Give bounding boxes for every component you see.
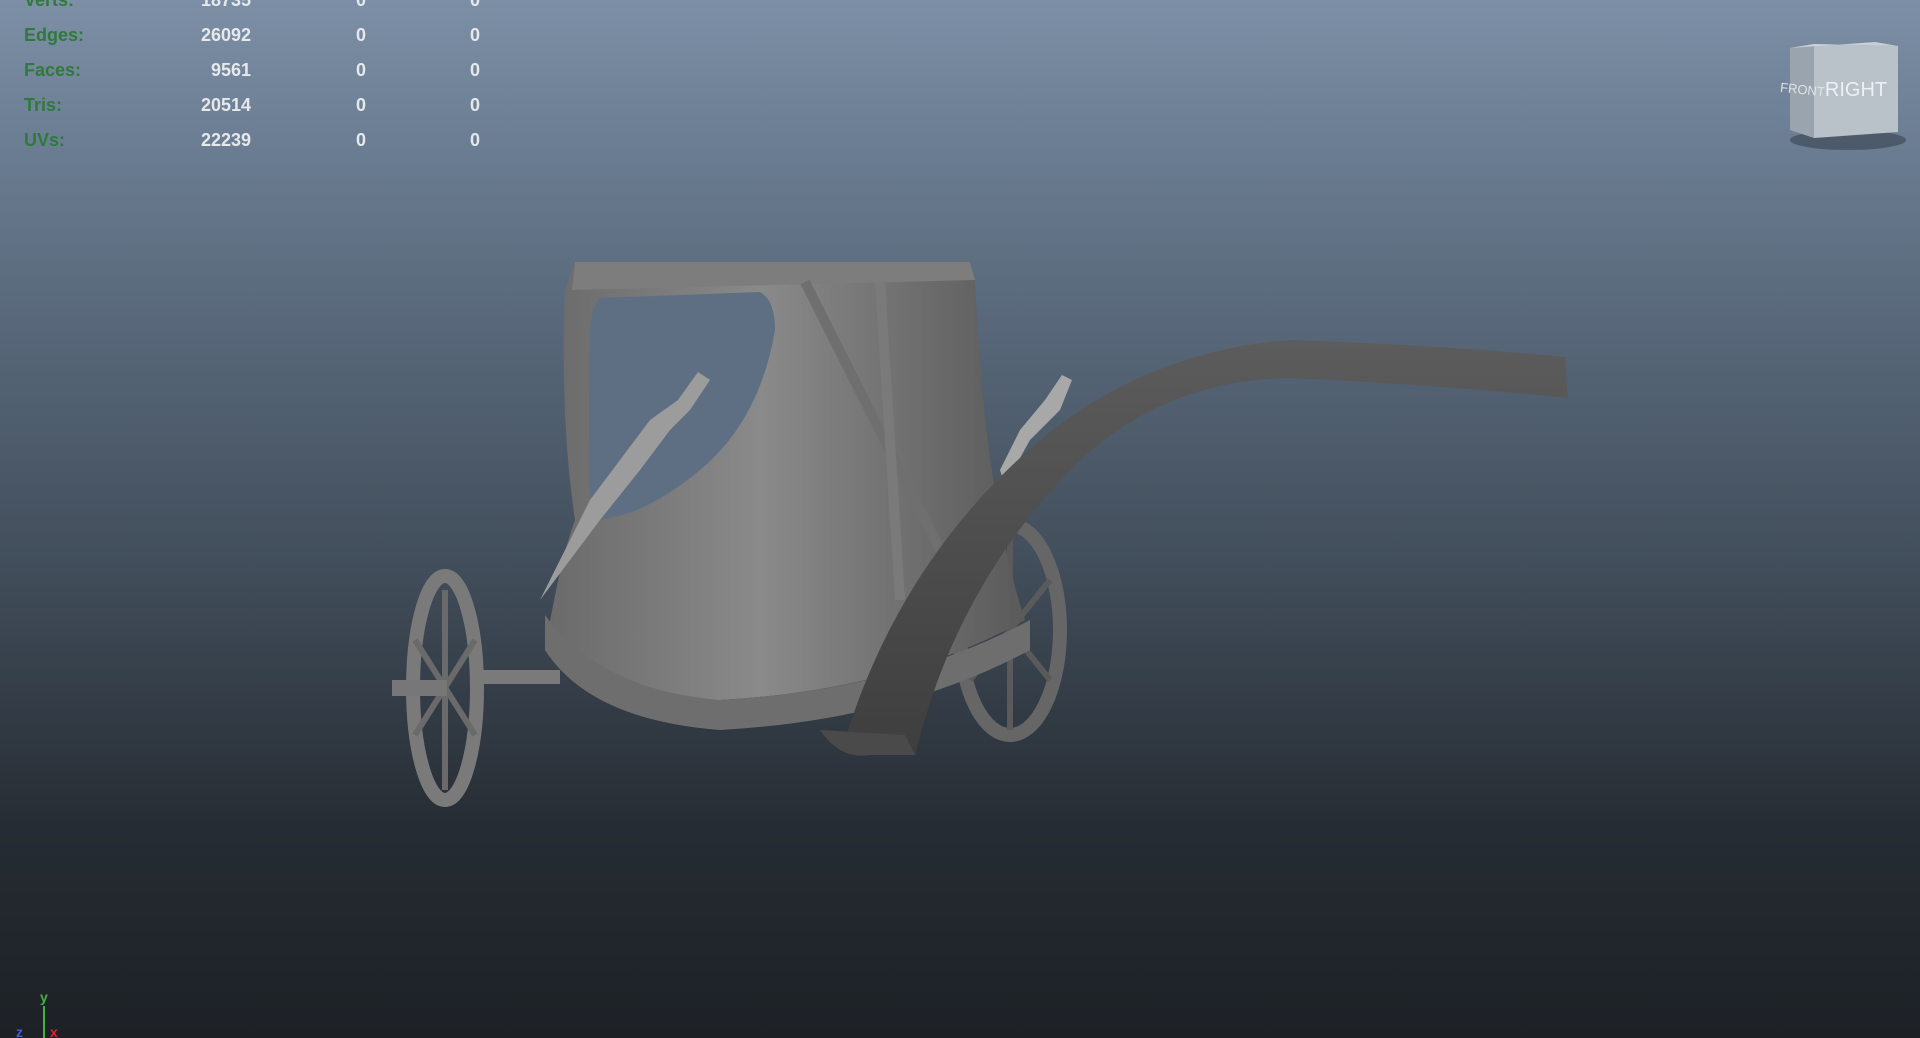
hud-label: UVs: [24,130,66,150]
hud-label: Verts: [24,0,75,10]
x-axis-label: x [50,1024,58,1038]
hud-value: 0 [469,0,480,10]
view-cube-right-label: RIGHT [1825,79,1887,101]
hud-label: Tris: [24,95,63,115]
hud-value: 0 [469,25,480,45]
hud-value: 0 [355,60,366,80]
z-axis-label: z [16,1024,23,1038]
hud-value: 22239 [200,130,251,150]
hud-value: 0 [469,60,480,80]
hud-value: 9561 [210,60,251,80]
hud-label: Faces: [24,60,82,80]
hud-value: 20514 [200,95,251,115]
axle [480,670,560,684]
wheel-left [392,569,484,807]
axis-indicator: y z x [16,989,58,1038]
hud-value: 26092 [200,25,251,45]
hud-label: Edges: [24,25,85,45]
hud-value: 18735 [200,0,251,10]
hud-value: 0 [355,95,366,115]
hud-value: 0 [355,130,366,150]
hud-value: 0 [355,0,366,10]
hud-value: 0 [469,130,480,150]
view-cube[interactable]: FRONT RIGHT [1780,40,1910,155]
y-axis-label: y [40,989,48,1005]
chariot-model[interactable] [0,0,1920,1038]
hud-value: 0 [469,95,480,115]
hud-value: 0 [355,25,366,45]
